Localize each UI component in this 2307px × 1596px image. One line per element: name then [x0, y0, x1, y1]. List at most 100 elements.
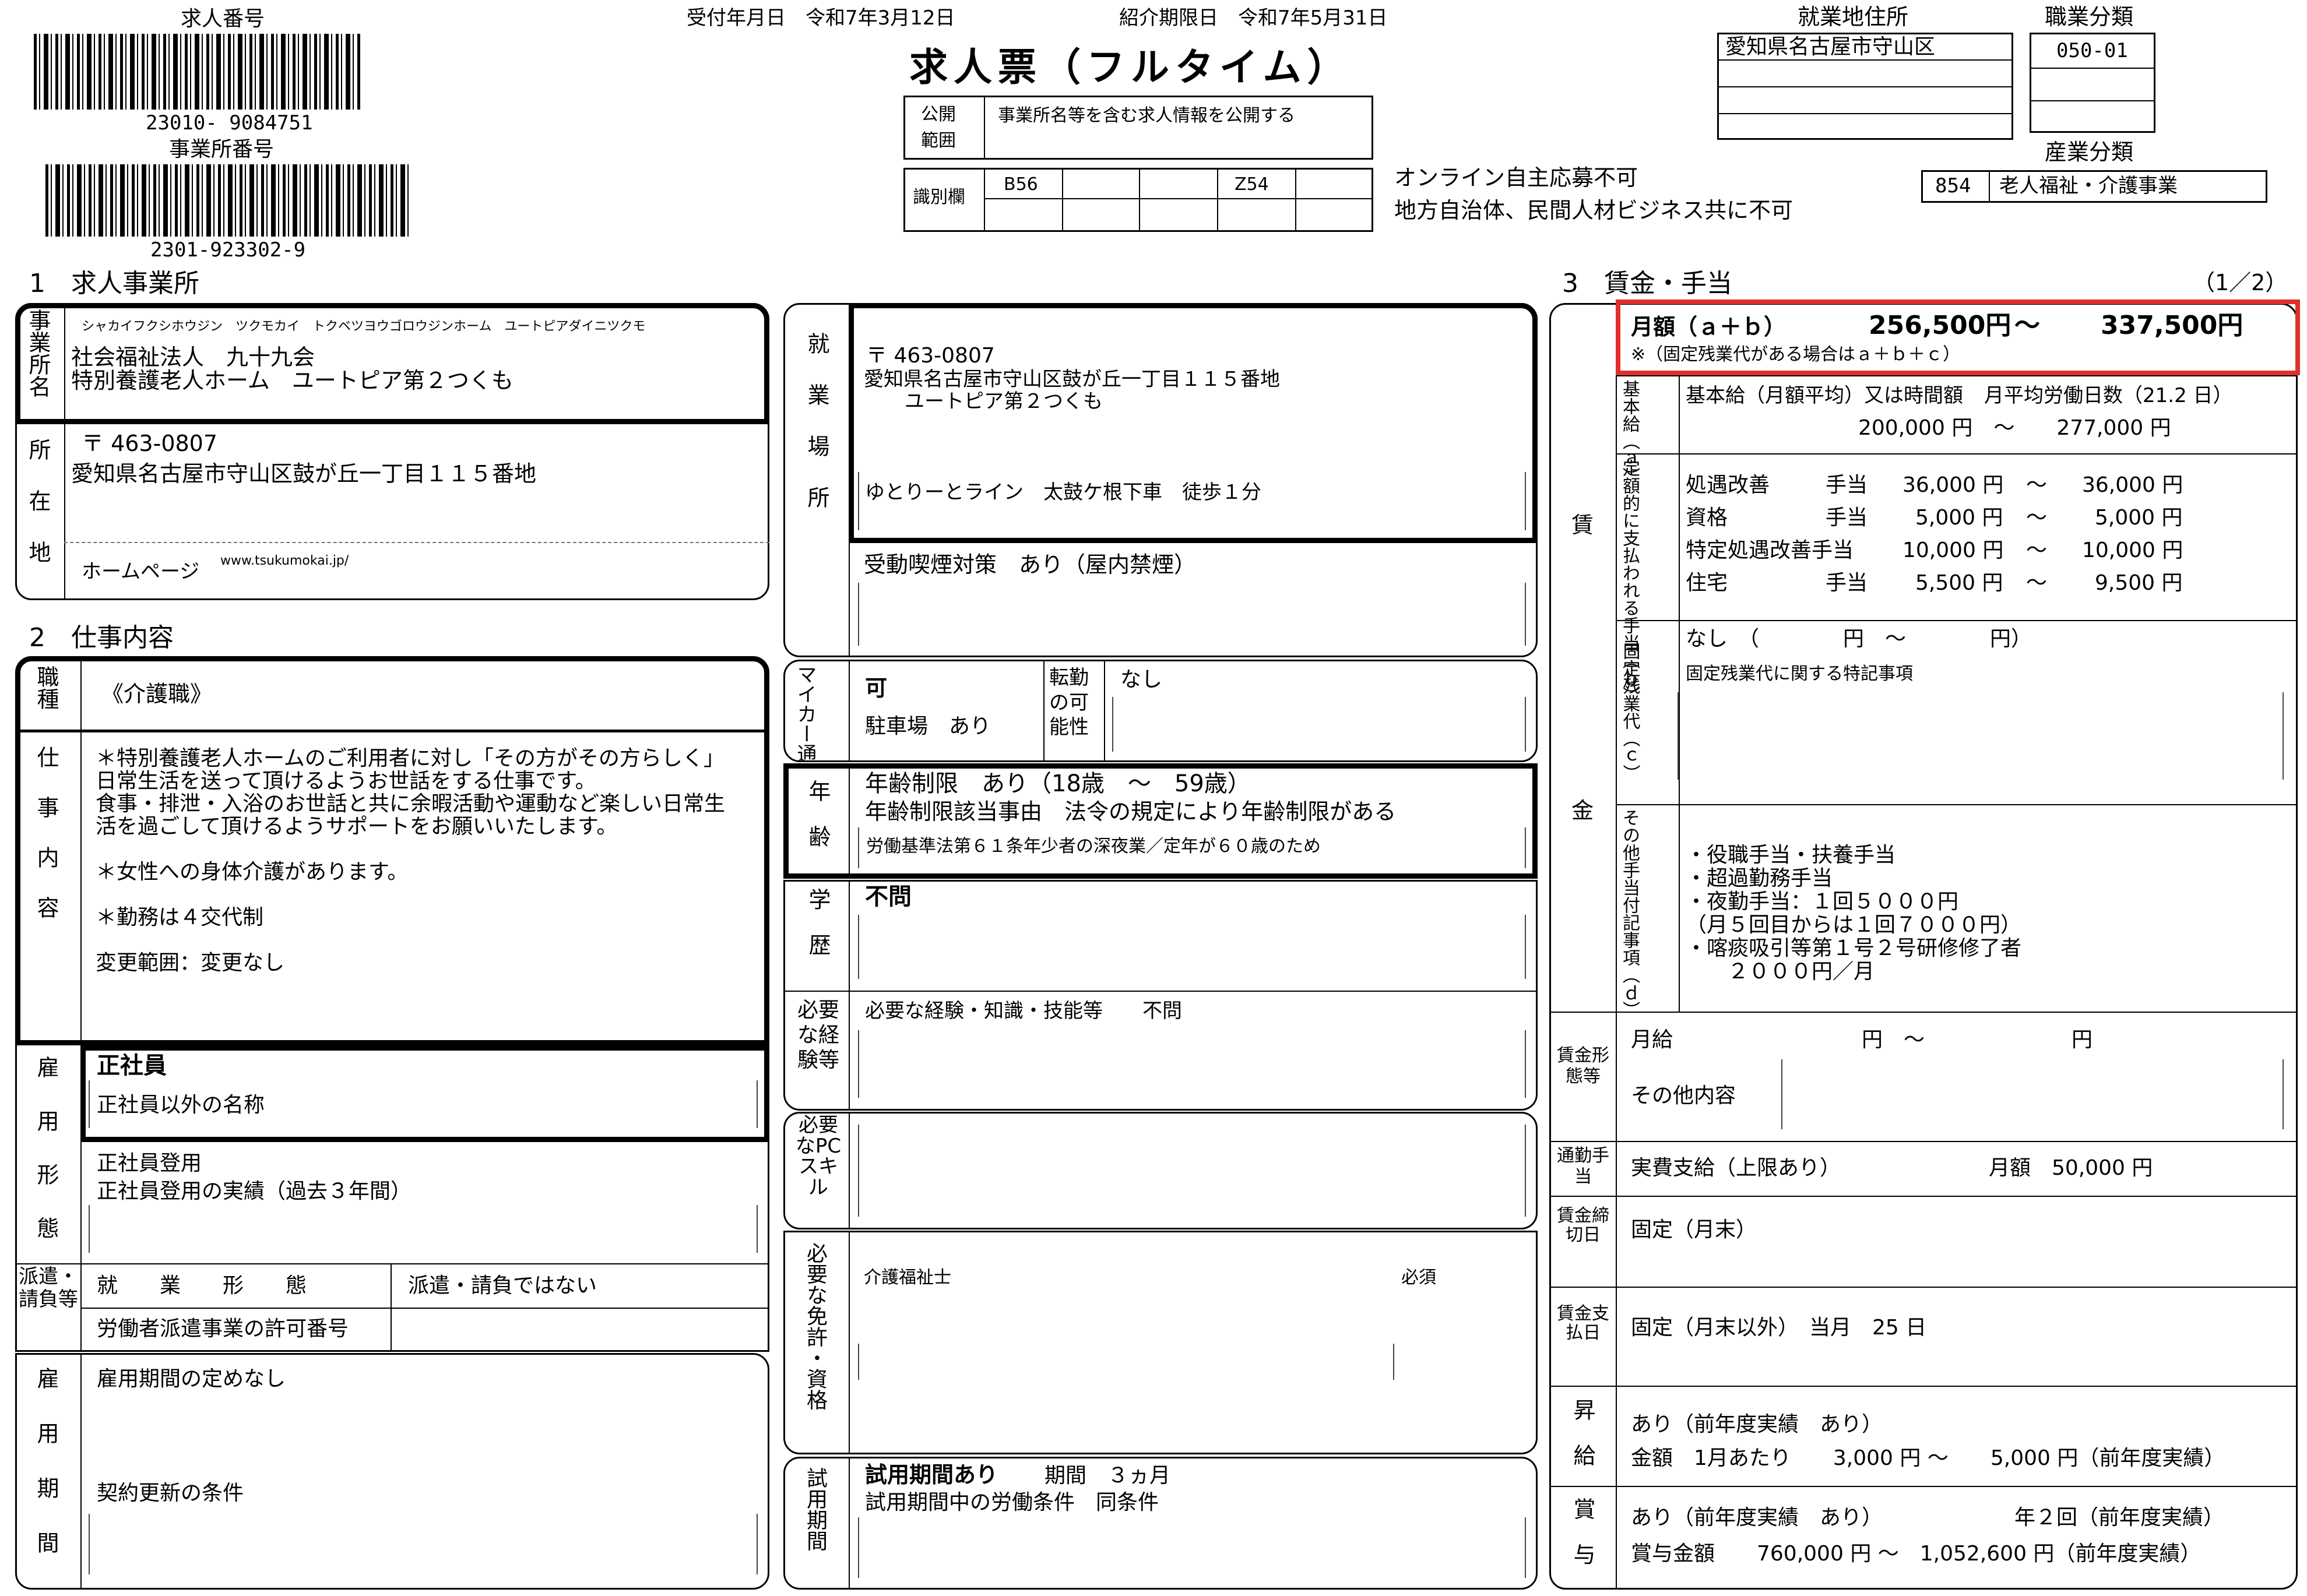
work-days: 月平均労働日数（21.2 日）	[1984, 384, 2233, 407]
overtime-label: 固定残業代（ｃ）	[1619, 642, 1640, 782]
raise-value: あり（前年度実績 あり）	[1631, 1412, 1883, 1436]
occupation-code: 050-01	[2056, 39, 2128, 62]
overtime-value: なし （ 円 ～ 円）	[1686, 627, 2032, 651]
workplace-label: 就業場所	[804, 332, 829, 537]
content-line: 食事・排泄・入浴のお世話と共に余暇活動や運動など楽しい日常生	[96, 792, 726, 816]
received-date: 受付年月日 令和7年3月12日	[687, 6, 955, 30]
online-note: オンライン自主応募不可	[1394, 165, 1638, 191]
office-name-line-1: 社会福祉法人 九十九会	[71, 344, 315, 370]
transfer-label: 転勤の可能性	[1049, 666, 1089, 739]
occupation-label: 職業分類	[2045, 4, 2134, 30]
smoking-policy: 受動喫煙対策 あり（屋内禁煙）	[864, 552, 1197, 577]
content-label: 仕事内容	[33, 746, 59, 946]
job-type-value: 《介護職》	[101, 681, 213, 707]
renewal-label: 契約更新の条件	[97, 1481, 244, 1505]
closing-label: 賃金締切日	[1557, 1206, 1609, 1245]
overtime-note: 固定残業代に関する特記事項	[1686, 664, 1913, 684]
content-line	[96, 929, 760, 952]
bonus-amount: 賞与金額 760,000 円 ～ 1,052,600 円（前年度実績）	[1631, 1542, 2202, 1566]
trial-label: 試用期間	[803, 1467, 827, 1551]
allowance-row: 特定処遇改善手当 10,000 円 ～ 10,000 円	[1686, 538, 2292, 571]
commute-value: 実費支給（上限あり）	[1631, 1156, 1841, 1180]
license-label: 必要な免許・資格	[803, 1242, 827, 1410]
promotion-record-label: 正社員登用の実績（過去３年間）	[97, 1179, 412, 1203]
age-label: 年齢	[805, 780, 831, 871]
agency-note: 地方自治体、民間人材ビジネス共に不可	[1394, 198, 1793, 223]
license-name: 介護福祉士	[864, 1267, 951, 1288]
mycar-value: 可	[865, 675, 888, 701]
allowance-name: 住宅	[1686, 571, 1728, 595]
content-line	[96, 838, 760, 861]
allowance-row: 処遇改善 手当 36,000 円 ～ 36,000 円	[1686, 473, 2292, 506]
allowance-name: 資格	[1686, 506, 1728, 530]
allowance-unit: 手当	[1826, 571, 1868, 595]
allowance-tilde: ～	[2026, 538, 2048, 562]
page-title: 求人票（フルタイム）	[909, 45, 1352, 90]
homepage-label: ホームページ	[82, 560, 200, 583]
education-label: 学歴	[805, 888, 831, 979]
allowance-tilde: ～	[2026, 506, 2048, 530]
work-address-line-1: 愛知県名古屋市守山区	[1725, 35, 1936, 59]
wage-form-label: 賃金形態等	[1557, 1045, 1609, 1087]
workplace-address: 愛知県名古屋市守山区鼓が丘一丁目１１５番地	[864, 368, 1280, 391]
allowance-unit: 手当	[1826, 473, 1868, 497]
office-number-barcode	[45, 164, 409, 237]
allowance-min: 5,500 円	[1915, 571, 2003, 595]
allowance-max: 5,000 円	[2095, 506, 2183, 530]
other-allowance-text: ・役職手当・扶養手当 ・超過勤務手当 ・夜勤手当：１回５０００円 （月５回目から…	[1686, 844, 2292, 984]
id-cell-4: Z54	[1235, 174, 1269, 195]
other-line: ・喀痰吸引等第１号２号研修修了者	[1686, 936, 2022, 960]
content-line: 活を過ごして頂けるようサポートをお願いいたします。	[96, 815, 618, 838]
trial-period: 期間 ３ヵ月	[1045, 1464, 1171, 1488]
office-kana: シャカイフクシホウジン ツクモカイ トクベツヨウゴロウジンホーム ユートピアダイ…	[82, 319, 646, 334]
allowance-list: 処遇改善 手当 36,000 円 ～ 36,000 円 資格 手当 5,000 …	[1686, 473, 2292, 604]
allowance-min: 36,000 円	[1902, 473, 2004, 497]
dispatch-license-label: 労働者派遣事業の許可番号	[97, 1317, 349, 1341]
allowance-min: 10,000 円	[1902, 538, 2004, 562]
other-line: ・超過勤務手当	[1686, 866, 1833, 890]
wage-form-other: その他内容	[1631, 1084, 1736, 1108]
employment-label: 雇用形態	[33, 1056, 59, 1270]
publish-range-value: 事業所名等を含む求人情報を公開する	[998, 105, 1295, 126]
allowance-max: 10,000 円	[2082, 538, 2183, 562]
license-required: 必須	[1401, 1267, 1436, 1288]
office-postal: 〒 463-0807	[82, 431, 218, 456]
content-line: 変更範囲：変更なし	[96, 951, 285, 975]
id-row-box	[903, 168, 1373, 232]
page-number: （1／2）	[2193, 270, 2288, 295]
bonus-label: 賞与	[1570, 1498, 1595, 1588]
content-line: ＊特別養護老人ホームのご利用者に対し「その方がその方らしく」	[96, 746, 725, 770]
office-number-label: 事業所番号	[169, 138, 275, 161]
workplace-access: ゆとりーとライン 太鼓ケ根下車 徒歩１分	[865, 481, 1261, 504]
allowance-tilde: ～	[2026, 473, 2048, 497]
homepage-link[interactable]: www.tsukumokai.jp/	[220, 554, 349, 568]
other-line: ・夜勤手当：１回５０００円	[1686, 890, 1959, 914]
non-regular-name-label: 正社員以外の名称	[97, 1093, 265, 1117]
dispatch-form-value: 派遣・請負ではない	[408, 1274, 597, 1298]
allowance-name: 特定処遇改善手当	[1686, 538, 1854, 562]
dispatch-label: 派遣・請負等	[19, 1265, 78, 1312]
base-pay-range: 200,000 円 ～ 277,000 円	[1858, 416, 2171, 440]
work-address-label: 就業地住所	[1798, 4, 1909, 30]
office-number: 2301-923302-9	[150, 238, 306, 262]
office-name-line-2: 特別養護老人ホーム ユートピア第２つくも	[71, 368, 514, 393]
wage-label-1: 賃	[1571, 512, 1594, 538]
section-2-heading: 2 仕事内容	[29, 623, 174, 653]
transfer-value: なし	[1120, 668, 1163, 692]
trial-value: 試用期間あり	[865, 1462, 998, 1488]
allowance-row: 住宅 手当 5,500 円 ～ 9,500 円	[1686, 571, 2292, 604]
id-cell-1: B56	[1004, 174, 1038, 195]
experience-value: 必要な経験・知識・技能等 不問	[865, 999, 1182, 1023]
allowance-row: 資格 手当 5,000 円 ～ 5,000 円	[1686, 506, 2292, 538]
commute-label: 通勤手当	[1557, 1146, 1609, 1187]
allowance-name: 処遇改善	[1686, 473, 1770, 497]
monthly-highlight	[1616, 300, 2300, 375]
workplace-facility: ユートピア第２つくも	[905, 390, 1103, 413]
content-line	[96, 883, 760, 906]
pc-skill-label: 必要なPCスキル	[795, 1114, 842, 1200]
payday-value: 固定（月末以外） 当月 25 日	[1631, 1316, 1927, 1340]
other-line: ・役職手当・扶養手当	[1686, 843, 1896, 867]
wage-form-value: 月給 円 ～ 円	[1631, 1028, 2093, 1052]
allowance-unit: 手当	[1826, 506, 1868, 530]
content-line: 日常生活を送って頂けるようお世話をする仕事です。	[96, 769, 596, 793]
